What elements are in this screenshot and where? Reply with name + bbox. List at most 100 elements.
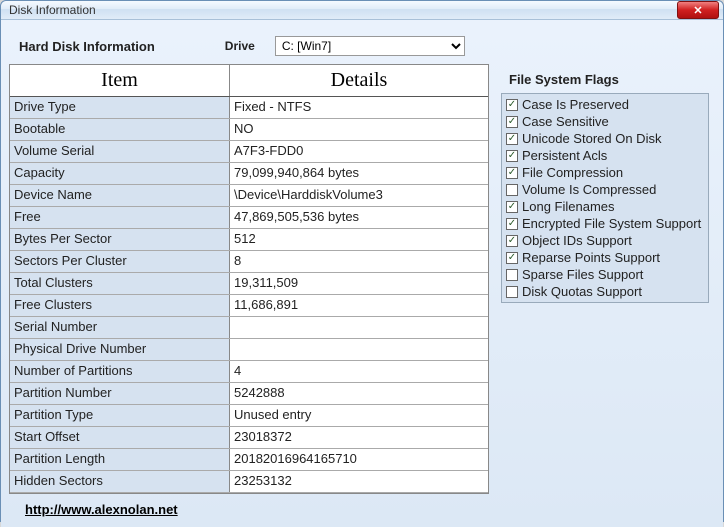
cell-item: Sectors Per Cluster — [10, 251, 230, 272]
flag-row: ✓ Unicode Stored On Disk — [506, 130, 704, 147]
cell-details: 4 — [230, 361, 488, 382]
titlebar: Disk Information ✕ — [1, 1, 723, 20]
cell-item: Physical Drive Number — [10, 339, 230, 360]
flags-title: File System Flags — [501, 72, 709, 93]
cell-details — [230, 317, 488, 338]
cell-details: 19,311,509 — [230, 273, 488, 294]
cell-item: Partition Number — [10, 383, 230, 404]
cell-details: Unused entry — [230, 405, 488, 426]
cell-details: 20182016964165710 — [230, 449, 488, 470]
flag-checkbox[interactable]: ✓ — [506, 218, 518, 230]
flag-row: ✓ Reparse Points Support — [506, 249, 704, 266]
flag-checkbox[interactable]: ✓ — [506, 99, 518, 111]
flag-checkbox[interactable]: ✓ — [506, 167, 518, 179]
flag-label: Volume Is Compressed — [522, 181, 656, 198]
table-row: Hidden Sectors23253132 — [10, 471, 488, 493]
cell-item: Free — [10, 207, 230, 228]
website-link[interactable]: http://www.alexnolan.net — [25, 502, 178, 517]
flag-row: ✓ Persistent Acls — [506, 147, 704, 164]
flag-checkbox[interactable] — [506, 269, 518, 281]
table-row: Total Clusters19,311,509 — [10, 273, 488, 295]
cell-details: 23253132 — [230, 471, 488, 492]
table-row: Partition TypeUnused entry — [10, 405, 488, 427]
cell-item: Partition Type — [10, 405, 230, 426]
table-row: Bytes Per Sector512 — [10, 229, 488, 251]
client-area: Hard Disk Information Drive C: [Win7] It… — [1, 20, 723, 527]
cell-item: Serial Number — [10, 317, 230, 338]
table-row: Volume SerialA7F3-FDD0 — [10, 141, 488, 163]
cell-item: Bootable — [10, 119, 230, 140]
cell-item: Free Clusters — [10, 295, 230, 316]
cell-item: Volume Serial — [10, 141, 230, 162]
flag-row: ✓ Long Filenames — [506, 198, 704, 215]
flag-label: Persistent Acls — [522, 147, 607, 164]
table-row: Capacity79,099,940,864 bytes — [10, 163, 488, 185]
flag-label: Sparse Files Support — [522, 266, 643, 283]
table-row: Free47,869,505,536 bytes — [10, 207, 488, 229]
table-row: Number of Partitions4 — [10, 361, 488, 383]
cell-item: Partition Length — [10, 449, 230, 470]
table-body: Drive TypeFixed - NTFSBootableNOVolume S… — [10, 97, 488, 493]
cell-details — [230, 339, 488, 360]
flag-row: Volume Is Compressed — [506, 181, 704, 198]
cell-item: Capacity — [10, 163, 230, 184]
body-row: Item Details Drive TypeFixed - NTFSBoota… — [9, 64, 715, 494]
flag-checkbox[interactable]: ✓ — [506, 235, 518, 247]
cell-details: 23018372 — [230, 427, 488, 448]
flag-row: Disk Quotas Support — [506, 283, 704, 300]
flag-label: Unicode Stored On Disk — [522, 130, 661, 147]
cell-item: Bytes Per Sector — [10, 229, 230, 250]
flag-row: ✓ File Compression — [506, 164, 704, 181]
drive-label: Drive — [225, 39, 255, 53]
table-row: Device Name\Device\HarddiskVolume3 — [10, 185, 488, 207]
col-header-item: Item — [10, 65, 230, 96]
table-row: Drive TypeFixed - NTFS — [10, 97, 488, 119]
flag-label: Encrypted File System Support — [522, 215, 701, 232]
window-frame: Disk Information ✕ Hard Disk Information… — [0, 0, 724, 522]
cell-item: Drive Type — [10, 97, 230, 118]
drive-select[interactable]: C: [Win7] — [275, 36, 465, 56]
cell-details: A7F3-FDD0 — [230, 141, 488, 162]
flag-row: Sparse Files Support — [506, 266, 704, 283]
flag-label: Reparse Points Support — [522, 249, 660, 266]
close-button[interactable]: ✕ — [677, 1, 719, 19]
flag-checkbox[interactable]: ✓ — [506, 201, 518, 213]
flags-panel: File System Flags ✓ Case Is Preserved✓Cas… — [495, 64, 715, 494]
cell-item: Total Clusters — [10, 273, 230, 294]
table-row: Partition Length20182016964165710 — [10, 449, 488, 471]
flag-checkbox[interactable]: ✓ — [506, 150, 518, 162]
close-icon: ✕ — [693, 4, 702, 17]
flag-label: File Compression — [522, 164, 623, 181]
cell-details: \Device\HarddiskVolume3 — [230, 185, 488, 206]
table-row: Free Clusters11,686,891 — [10, 295, 488, 317]
cell-details: 512 — [230, 229, 488, 250]
info-table: Item Details Drive TypeFixed - NTFSBoota… — [9, 64, 489, 494]
header-row: Hard Disk Information Drive C: [Win7] — [9, 26, 715, 64]
flags-list: ✓Case Is Preserved✓Case Sensitive✓Unicod… — [501, 93, 709, 303]
cell-details: 5242888 — [230, 383, 488, 404]
flag-checkbox[interactable]: ✓ — [506, 252, 518, 264]
flag-checkbox[interactable]: ✓ — [506, 116, 518, 128]
cell-details: Fixed - NTFS — [230, 97, 488, 118]
cell-item: Device Name — [10, 185, 230, 206]
table-row: Partition Number5242888 — [10, 383, 488, 405]
flag-row: ✓ Case Is Preserved — [506, 96, 704, 113]
hard-disk-info-label: Hard Disk Information — [19, 39, 155, 54]
flag-checkbox[interactable] — [506, 286, 518, 298]
flag-checkbox[interactable] — [506, 184, 518, 196]
col-header-details: Details — [230, 65, 488, 96]
cell-item: Hidden Sectors — [10, 471, 230, 492]
flag-label: Case Is Preserved — [522, 96, 629, 113]
cell-details: 11,686,891 — [230, 295, 488, 316]
flag-label: Long Filenames — [522, 198, 615, 215]
table-row: Physical Drive Number — [10, 339, 488, 361]
window-title: Disk Information — [9, 3, 677, 17]
table-row: Sectors Per Cluster8 — [10, 251, 488, 273]
table-row: Serial Number — [10, 317, 488, 339]
flag-label: Object IDs Support — [522, 232, 632, 249]
table-header: Item Details — [10, 65, 488, 97]
flag-checkbox[interactable]: ✓ — [506, 133, 518, 145]
cell-details: NO — [230, 119, 488, 140]
table-row: Start Offset23018372 — [10, 427, 488, 449]
flag-row: ✓Case Sensitive — [506, 113, 704, 130]
